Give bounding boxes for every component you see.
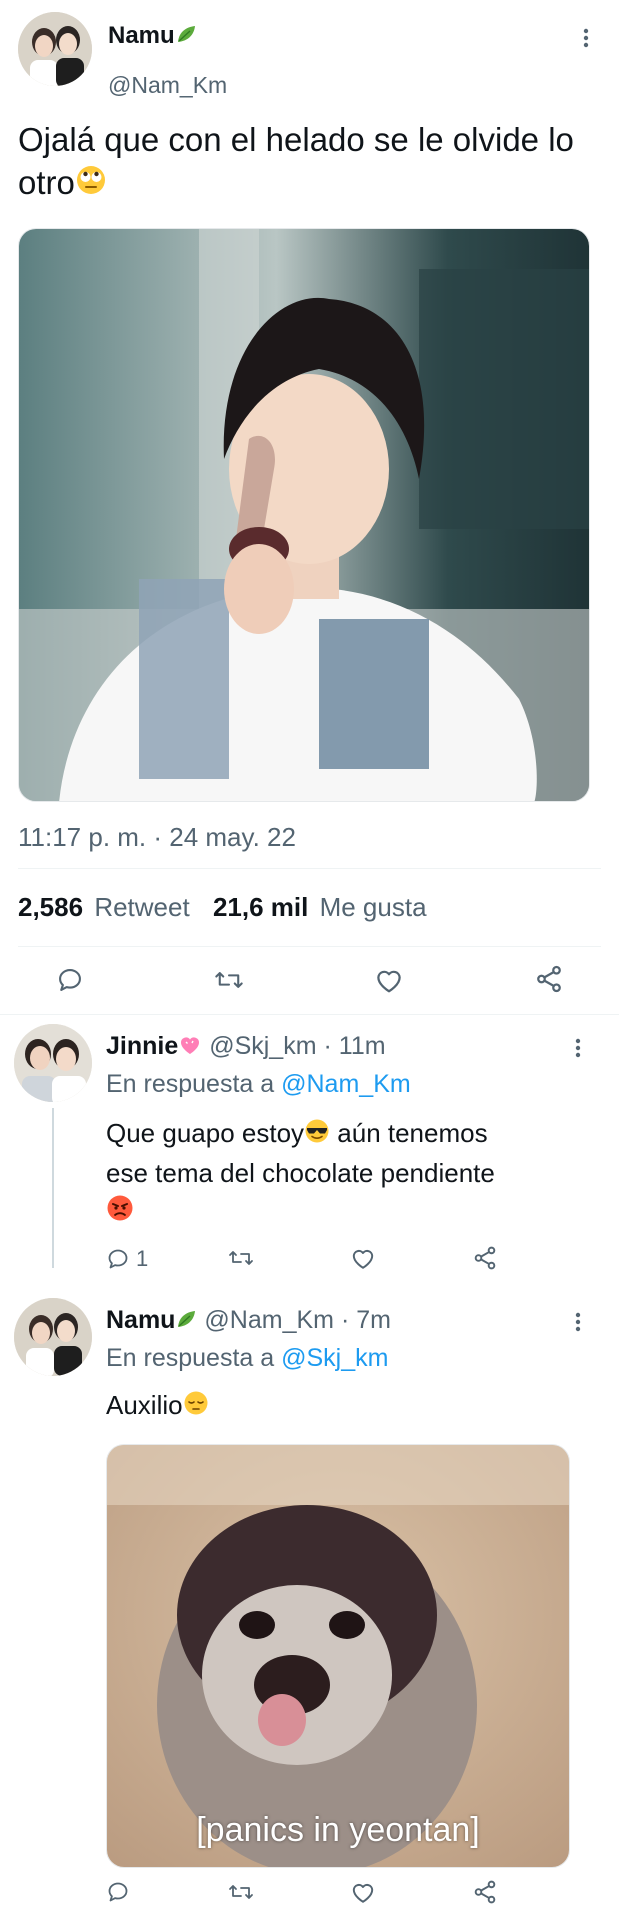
reply-header: Namu @Nam_Km · 7m: [106, 1306, 391, 1337]
reply-context: En respuesta a @Nam_Km: [106, 1070, 411, 1098]
retweet-button[interactable]: [214, 966, 244, 994]
display-name[interactable]: Namu: [106, 1306, 175, 1334]
retweet-icon: [229, 1885, 253, 1899]
smiling-face-sunglasses-icon: [304, 1116, 330, 1154]
tweet-timestamp[interactable]: 11:17 p. m. · 24 may. 22: [18, 822, 296, 853]
pensive-face-icon: [183, 1390, 209, 1423]
reply-icon: [59, 969, 81, 991]
like-button[interactable]: [350, 1880, 376, 1904]
avatar[interactable]: [14, 1024, 92, 1102]
reply-to-link[interactable]: @Skj_km: [281, 1344, 388, 1372]
reply-button[interactable]: [56, 966, 84, 994]
display-name[interactable]: Namu: [108, 22, 197, 52]
retweet-button[interactable]: [228, 1246, 254, 1270]
heart-outline-icon: [352, 1249, 374, 1269]
reply-button[interactable]: [106, 1880, 130, 1904]
tweet-text: Ojalá que con el helado se le olvide lo …: [18, 118, 578, 206]
pink-heart-emoji-icon: [178, 1034, 202, 1063]
more-vertical-icon[interactable]: [566, 1310, 590, 1334]
leaf-emoji-icon: [175, 23, 197, 52]
share-icon: [474, 1246, 496, 1270]
like-label[interactable]: Me gusta: [320, 892, 427, 922]
tweet-time[interactable]: · 7m: [341, 1306, 391, 1334]
reply-count: 1: [136, 1246, 149, 1271]
retweet-label[interactable]: Retweet: [94, 892, 189, 922]
tweet-photo[interactable]: [18, 228, 590, 802]
reply-to-link[interactable]: @Nam_Km: [281, 1070, 411, 1098]
leaf-emoji-icon: [175, 1308, 197, 1337]
share-button[interactable]: [472, 1879, 498, 1905]
retweet-count[interactable]: 2,586: [18, 892, 83, 922]
reply-button[interactable]: 1: [106, 1246, 148, 1272]
divider: [18, 946, 601, 947]
tweet-text: Que guapo estoy aún tenemos ese tema del…: [106, 1114, 586, 1232]
divider: [18, 868, 601, 869]
user-handle[interactable]: @Nam_Km: [204, 1306, 334, 1334]
tweet-stats: 2,586 Retweet 21,6 mil Me gusta: [18, 892, 427, 923]
display-name[interactable]: Jinnie: [106, 1032, 178, 1060]
retweet-icon: [229, 1251, 253, 1265]
share-button[interactable]: [534, 964, 564, 994]
face-rolling-eyes-icon: [75, 163, 107, 206]
share-button[interactable]: [472, 1245, 498, 1271]
thread-line: [52, 1108, 54, 1268]
more-vertical-icon[interactable]: [566, 1036, 590, 1060]
like-count[interactable]: 21,6 mil: [213, 892, 308, 922]
avatar[interactable]: [14, 1298, 92, 1376]
divider: [0, 1014, 619, 1015]
reply-icon: [108, 1882, 128, 1902]
tweet-photo[interactable]: [panics in yeontan]: [106, 1444, 570, 1868]
tweet-time[interactable]: · 11m: [324, 1032, 386, 1060]
share-icon: [474, 1880, 496, 1904]
reply-context: En respuesta a @Skj_km: [106, 1344, 389, 1372]
angry-face-icon: [106, 1194, 134, 1232]
reply-icon: [108, 1249, 128, 1269]
retweet-icon: [215, 972, 243, 988]
user-handle[interactable]: @Skj_km: [209, 1032, 316, 1060]
avatar[interactable]: [18, 12, 92, 86]
media-caption: [panics in yeontan]: [196, 1811, 480, 1849]
more-vertical-icon[interactable]: [574, 26, 598, 50]
retweet-button[interactable]: [228, 1880, 254, 1904]
share-icon: [537, 965, 561, 993]
heart-outline-icon: [352, 1883, 374, 1903]
like-button[interactable]: [350, 1246, 376, 1270]
like-button[interactable]: [374, 966, 404, 994]
reply-header: Jinnie @Skj_km · 11m: [106, 1032, 386, 1063]
heart-outline-icon: [377, 970, 401, 993]
tweet-text: Auxilio: [106, 1390, 209, 1423]
user-handle[interactable]: @Nam_Km: [108, 72, 227, 99]
